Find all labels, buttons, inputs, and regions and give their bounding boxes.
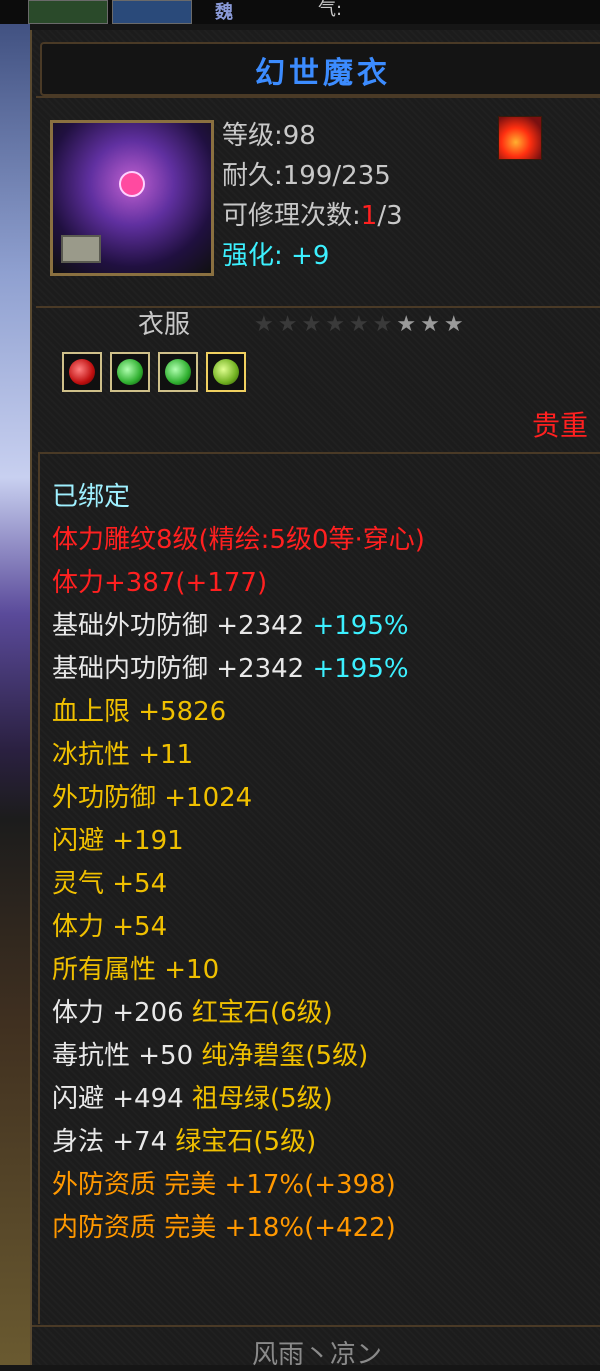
star-icon: ★ xyxy=(372,312,397,337)
green-gem-icon xyxy=(165,359,191,385)
all-attr-line: 所有属性 +10 xyxy=(52,955,220,985)
attribute-list: 已绑定 体力雕纹8级(精绘:5级0等·穿心) 体力+387(+177) 基础外功… xyxy=(38,452,600,1324)
ext-def-base-value: 基础外功防御 +2342 xyxy=(52,611,305,641)
repair-used: 1 xyxy=(360,201,378,231)
item-name: 幻世魔衣 xyxy=(255,56,391,91)
ext-def-line: 外功防御 +1024 xyxy=(52,783,253,813)
bound-status: 已绑定 xyxy=(52,482,131,512)
background-scene xyxy=(0,0,30,1365)
star-icon: ★ xyxy=(420,312,444,337)
ext-def-base: 基础外功防御 +2342 +195% xyxy=(52,611,409,641)
red-gem-icon xyxy=(69,359,95,385)
aptitude-ext: 外防资质 完美 +17%(+398) xyxy=(52,1170,396,1200)
enhance: 强化: +9 xyxy=(222,240,329,272)
star-icon: ★ xyxy=(277,312,302,337)
dodge-line: 闪避 +191 xyxy=(52,826,184,856)
engrave-line: 体力雕纹8级(精绘:5级0等·穿心) xyxy=(52,525,425,555)
repair-label: 可修理次数: xyxy=(222,201,361,231)
stamina-line: 体力 +54 xyxy=(52,912,168,942)
enhance-value: +9 xyxy=(291,241,330,271)
title-bar: 幻世魔衣 xyxy=(40,42,600,96)
spirit-line: 灵气 +54 xyxy=(52,869,168,899)
repair-total: /3 xyxy=(377,201,403,231)
gem1-stat: 体力 +206 xyxy=(52,998,184,1028)
durability-label: 耐久: xyxy=(222,161,283,191)
gem1-line: 体力 +206 红宝石(6级) xyxy=(52,998,333,1028)
star-icon: ★ xyxy=(254,312,278,337)
gem-socket[interactable] xyxy=(206,352,246,392)
gem3-name: 祖母绿(5级) xyxy=(191,1084,333,1114)
emerald-gem-icon xyxy=(213,359,239,385)
stamina-total: 体力+387(+177) xyxy=(52,568,268,598)
gem2-line: 毒抗性 +50 纯净碧玺(5级) xyxy=(52,1041,368,1071)
item-category: 衣服 xyxy=(138,310,191,340)
star-icon: ★ xyxy=(301,312,326,337)
star-icon: ★ xyxy=(396,312,421,337)
gem4-name: 绿宝石(5级) xyxy=(175,1127,317,1157)
top-partial-label: 魏 xyxy=(215,2,233,23)
star-icon: ★ xyxy=(348,312,373,337)
skill-slot-icon[interactable] xyxy=(112,0,192,24)
fire-rune-icon xyxy=(498,116,542,160)
star-icon: ★ xyxy=(325,312,349,337)
int-def-base: 基础内功防御 +2342 +195% xyxy=(52,654,409,684)
bind-badge-icon xyxy=(61,235,101,263)
skill-slot-icon[interactable] xyxy=(28,0,108,24)
rarity-label: 贵重 xyxy=(531,409,588,442)
gem4-stat: 身法 +74 xyxy=(52,1127,168,1157)
gem4-line: 身法 +74 绿宝石(5级) xyxy=(52,1127,316,1157)
enhance-label: 强化: xyxy=(222,241,283,271)
repair-count: 可修理次数:1/3 xyxy=(222,200,403,232)
footer-divider xyxy=(32,1325,600,1327)
item-header: 等级:98 耐久:199/235 可修理次数:1/3 强化: +9 xyxy=(36,96,600,308)
qi-label: 气: xyxy=(318,0,343,20)
gem1-name: 红宝石(6级) xyxy=(191,998,333,1028)
star-icon: ★ xyxy=(443,312,468,337)
owner-name: 风雨丶凉ン xyxy=(251,1340,382,1370)
hp-line: 血上限 +5826 xyxy=(52,697,227,727)
item-portrait-icon xyxy=(50,120,214,276)
eye-emblem-icon xyxy=(119,171,145,197)
level-text: 等级:98 xyxy=(222,121,316,151)
top-bar: 魏 气: xyxy=(0,0,600,24)
gem3-stat: 闪避 +494 xyxy=(52,1084,184,1114)
star-rating: ★★★★★★★★★ xyxy=(254,312,468,337)
aptitude-int: 内防资质 完美 +18%(+422) xyxy=(52,1213,396,1243)
gem2-stat: 毒抗性 +50 xyxy=(52,1041,194,1071)
gem-socket[interactable] xyxy=(62,352,102,392)
item-tooltip: 幻世魔衣 等级:98 耐久:199/235 可修理次数:1/3 强化: +9 衣… xyxy=(30,30,600,1370)
gem3-line: 闪避 +494 祖母绿(5级) xyxy=(52,1084,333,1114)
durability: 耐久:199/235 xyxy=(222,160,391,192)
ice-res-line: 冰抗性 +11 xyxy=(52,740,194,770)
gem-socket[interactable] xyxy=(110,352,150,392)
gem2-name: 纯净碧玺(5级) xyxy=(201,1041,369,1071)
int-def-base-value: 基础内功防御 +2342 xyxy=(52,654,305,684)
int-def-pct: +195% xyxy=(312,654,409,684)
ext-def-pct: +195% xyxy=(312,611,409,641)
gem-socket[interactable] xyxy=(158,352,198,392)
green-gem-icon xyxy=(117,359,143,385)
durability-value: 199/235 xyxy=(282,161,391,191)
